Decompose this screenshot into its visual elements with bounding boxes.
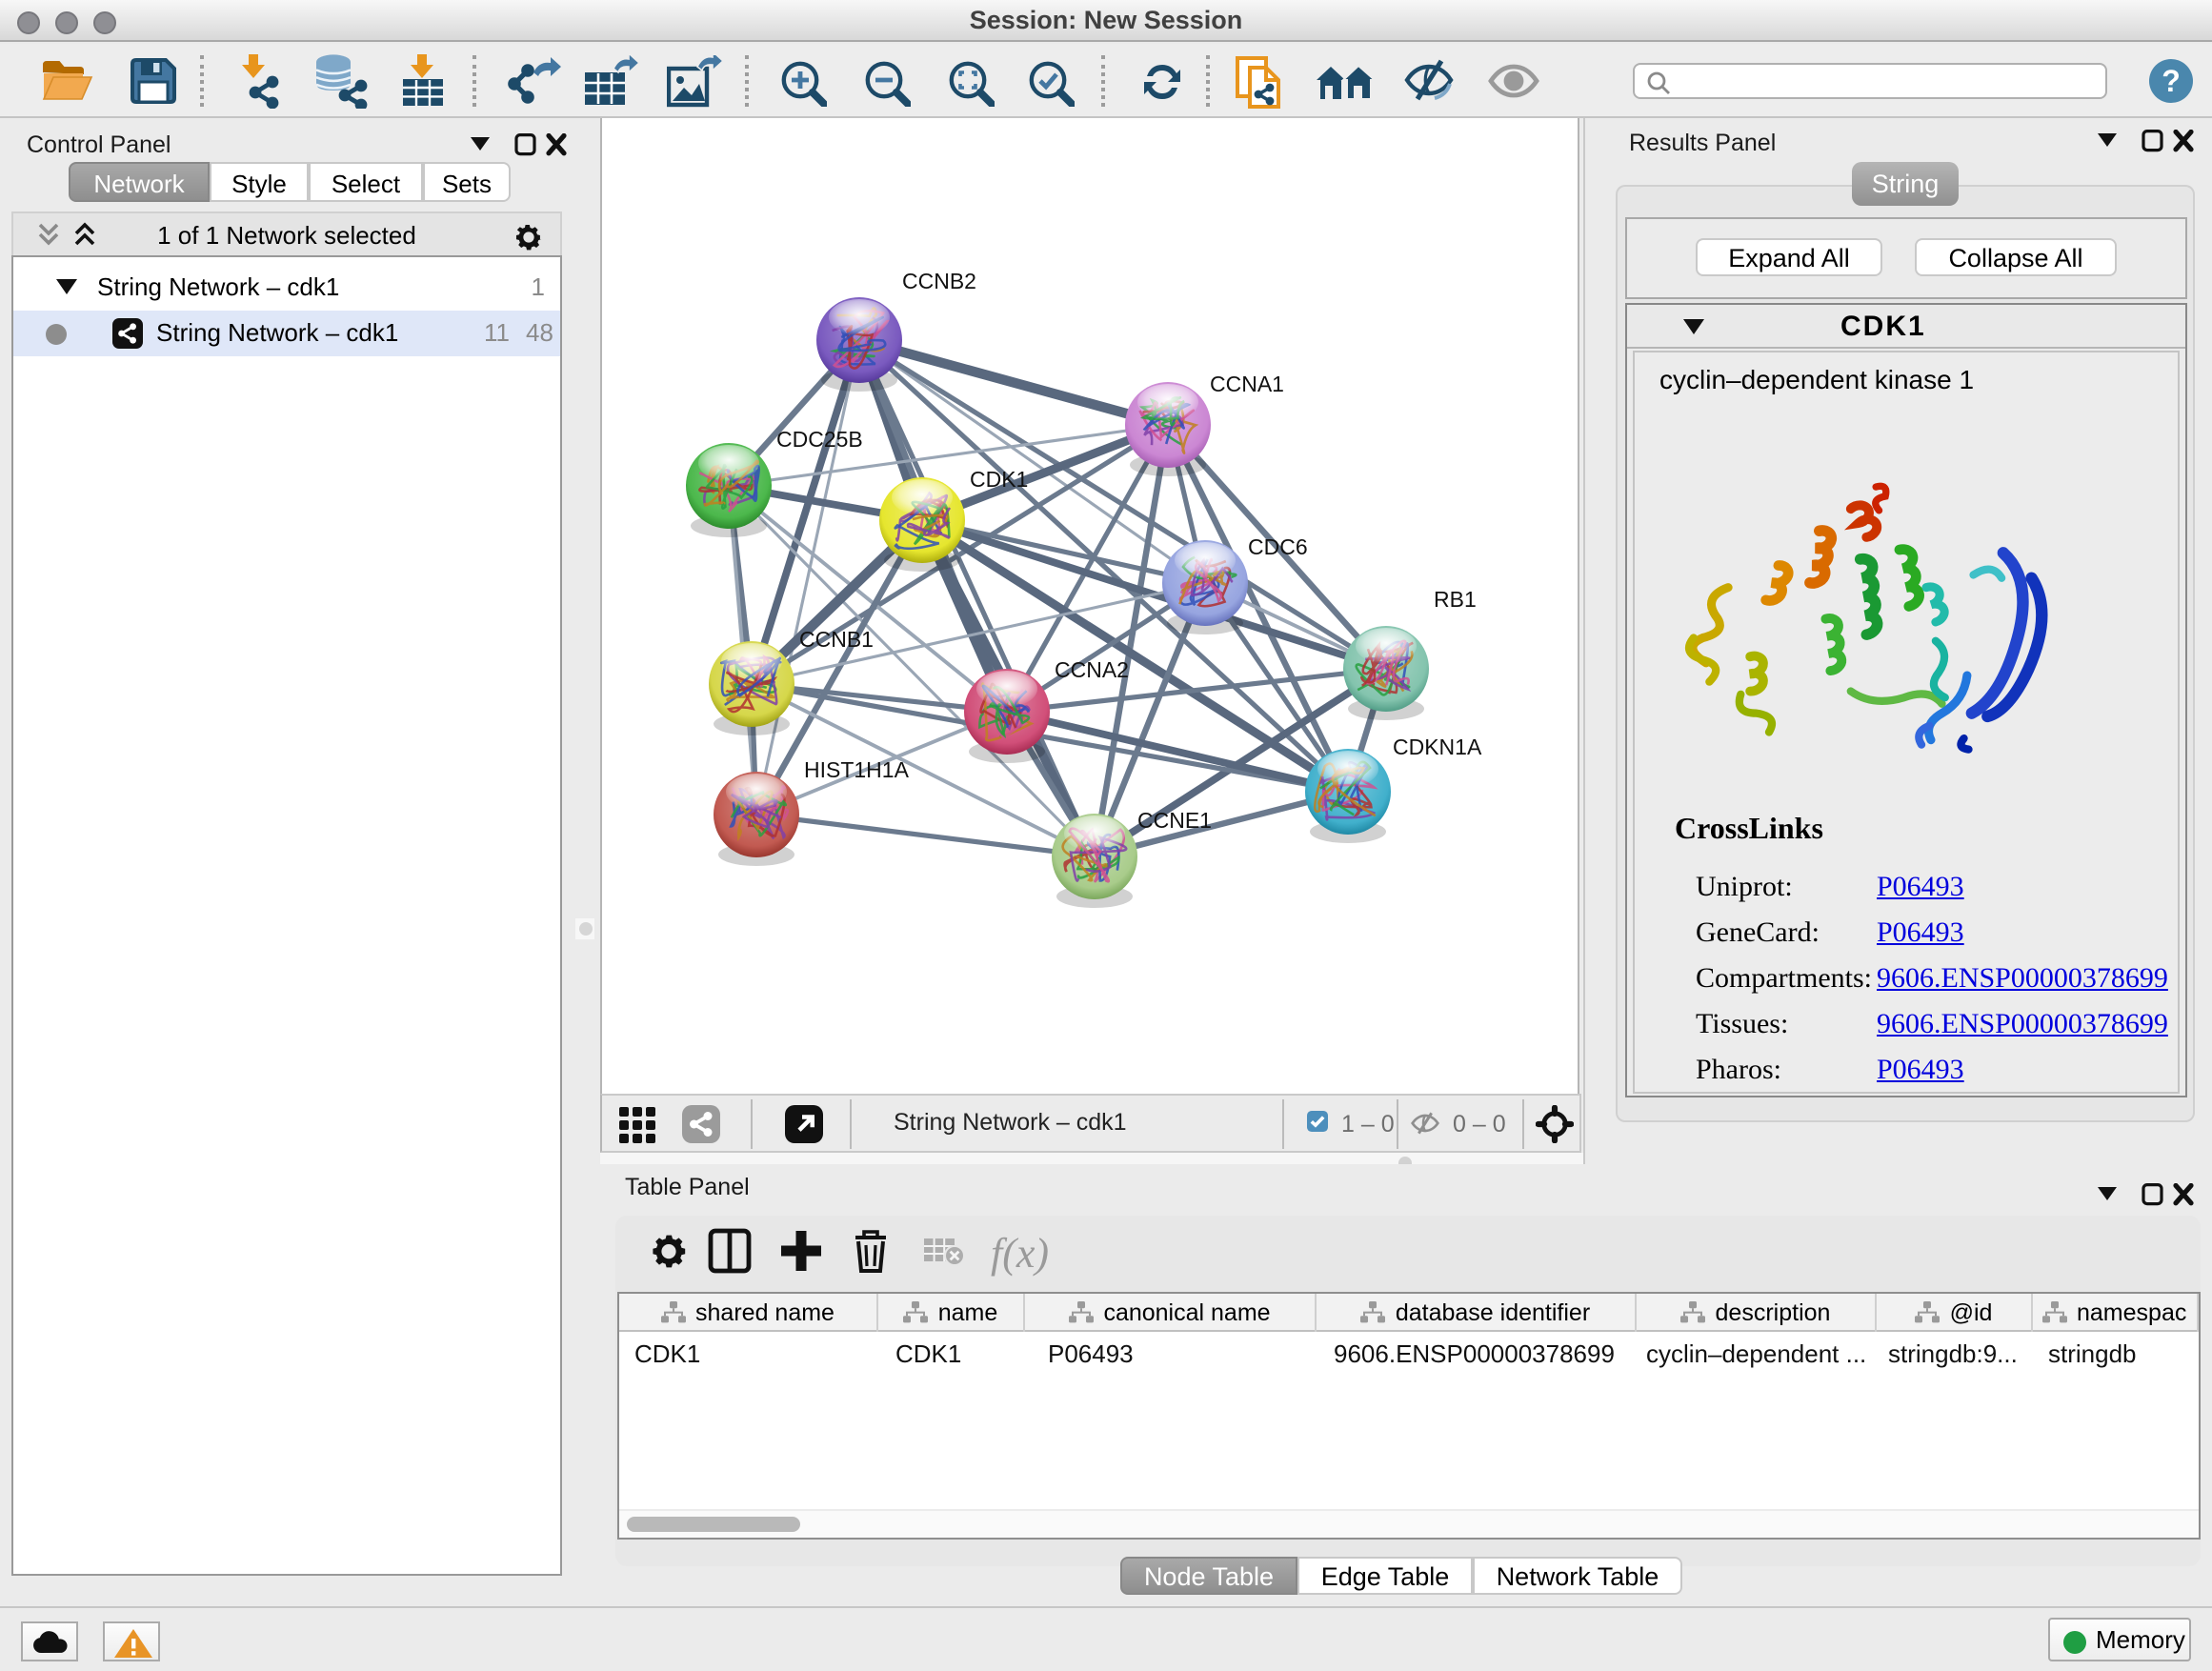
svg-text:CCNA2: CCNA2 [1055,657,1129,682]
svg-text:HIST1H1A: HIST1H1A [804,757,910,782]
svg-text:CCNB2: CCNB2 [902,269,976,293]
svg-text:CCNA1: CCNA1 [1210,372,1284,396]
svg-text:?: ? [2161,64,2180,98]
svg-text:CCNE1: CCNE1 [1137,808,1212,833]
svg-text:RB1: RB1 [1434,587,1477,612]
svg-text:CDKN1A: CDKN1A [1393,735,1482,759]
svg-text:CDC6: CDC6 [1248,534,1308,559]
svg-text:CCNB1: CCNB1 [799,627,874,652]
svg-text:CDC25B: CDC25B [776,427,863,452]
svg-text:f(x): f(x) [991,1230,1049,1277]
svg-text:CDK1: CDK1 [970,467,1028,492]
